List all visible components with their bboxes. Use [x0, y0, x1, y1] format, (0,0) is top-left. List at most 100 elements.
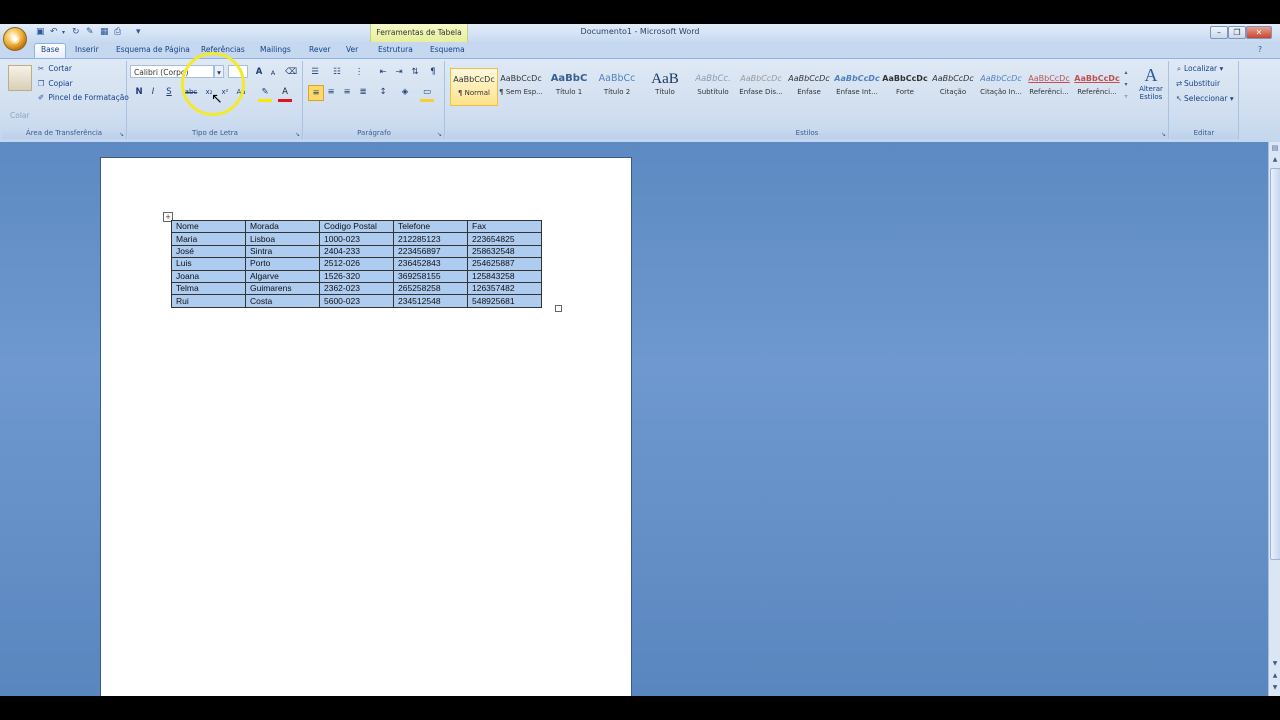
table-cell[interactable]: Costa: [245, 294, 320, 308]
change-case-button[interactable]: Aa: [234, 85, 248, 99]
style-heading-1[interactable]: AaBbC Título 1: [546, 68, 592, 104]
replace-button[interactable]: ⇄ Substituir: [1174, 79, 1220, 88]
document-table[interactable]: Nome Morada Codigo Postal Telefone Fax M…: [171, 219, 542, 308]
table-cell[interactable]: 1526-320: [319, 269, 394, 283]
font-name-box[interactable]: Calibri (Corpo): [130, 65, 214, 78]
underline-button[interactable]: S: [162, 85, 176, 99]
table-cell[interactable]: 212285123: [393, 232, 468, 246]
select-button[interactable]: ↖ Seleccionar ▾: [1174, 94, 1234, 103]
format-painter-button[interactable]: ✐ Pincel de Formatação: [36, 93, 129, 102]
justify-icon[interactable]: ≣: [356, 85, 370, 99]
previous-page-icon[interactable]: ▲: [1270, 672, 1280, 682]
scroll-up-icon[interactable]: ▲: [1270, 156, 1280, 166]
tab-referencias[interactable]: Referências: [201, 44, 245, 56]
table-cell[interactable]: 5600-023: [319, 294, 394, 308]
print-preview-icon[interactable]: ⎙: [114, 28, 123, 37]
table-header-cell[interactable]: Codigo Postal: [319, 219, 394, 234]
undo-icon[interactable]: ↶: [50, 28, 59, 37]
table-cell[interactable]: 236452843: [393, 257, 468, 271]
table-cell[interactable]: 223456897: [393, 244, 468, 259]
table-cell[interactable]: 548925681: [467, 294, 542, 308]
tab-esquema[interactable]: Esquema: [430, 44, 465, 56]
spelling-icon[interactable]: ✎: [86, 28, 95, 37]
table-cell[interactable]: Porto: [245, 257, 320, 271]
document-page[interactable]: + Nome Morada Codigo Postal Telefone Fax…: [100, 157, 632, 696]
tab-esquema-de-pagina[interactable]: Esquema de Página: [116, 44, 190, 56]
shrink-font-button[interactable]: A: [266, 66, 280, 80]
table-cell[interactable]: 2362-023: [319, 281, 394, 296]
tab-base[interactable]: Base: [34, 43, 67, 58]
table-cell[interactable]: 234512548: [393, 294, 468, 308]
help-icon[interactable]: ?: [1258, 44, 1262, 56]
table-cell[interactable]: Algarve: [245, 269, 320, 283]
multilevel-list-icon[interactable]: ⋮: [352, 65, 366, 79]
style-title[interactable]: AaB Título: [642, 68, 688, 104]
table-cell[interactable]: 223654825: [467, 232, 542, 246]
decrease-indent-icon[interactable]: ⇤: [376, 65, 390, 79]
vertical-scrollbar[interactable]: ▤ ▲ ▼ ▲ ▼: [1268, 142, 1280, 696]
ruler-toggle-icon[interactable]: ▤: [1270, 144, 1280, 154]
tab-estrutura[interactable]: Estrutura: [378, 44, 413, 56]
table-cell[interactable]: 1000-023: [319, 232, 394, 246]
table-cell[interactable]: 254625887: [467, 257, 542, 271]
paragraph-launcher-icon[interactable]: ↘: [437, 131, 442, 138]
table-cell[interactable]: Rui: [171, 294, 246, 308]
table-cell[interactable]: 369258155: [393, 269, 468, 283]
style-emphasis[interactable]: AaBbCcDc Ênfase: [786, 68, 832, 104]
style-intense-reference[interactable]: AaBbCcDc Referênci...: [1074, 68, 1120, 104]
numbering-icon[interactable]: ☷: [330, 65, 344, 79]
table-cell[interactable]: Sintra: [245, 244, 320, 259]
qat-customize-icon[interactable]: ▾: [136, 28, 145, 37]
table-cell[interactable]: José: [171, 244, 246, 259]
table-cell[interactable]: Guimarens: [245, 281, 320, 296]
cut-button[interactable]: ✂ Cortar: [36, 64, 72, 73]
table-header-cell[interactable]: Morada: [245, 219, 320, 234]
maximize-button[interactable]: ❐: [1228, 26, 1246, 39]
highlight-icon[interactable]: ✎: [258, 85, 272, 102]
style-subtle-emphasis[interactable]: AaBbCcDc Ênfase Dis...: [738, 68, 784, 104]
style-intense-quote[interactable]: AaBbCcDc Citação In...: [978, 68, 1024, 104]
table-cell[interactable]: 258632548: [467, 244, 542, 259]
table-insert-icon[interactable]: ▦: [100, 28, 109, 37]
style-subtitle[interactable]: AaBbCc. Subtítulo: [690, 68, 736, 104]
table-resize-handle[interactable]: [555, 305, 562, 312]
tab-inserir[interactable]: Inserir: [75, 44, 99, 56]
office-button[interactable]: ◉: [3, 27, 27, 51]
table-cell[interactable]: Joana: [171, 269, 246, 283]
bold-button[interactable]: N: [132, 85, 146, 99]
table-cell[interactable]: 126357482: [467, 281, 542, 296]
strikethrough-button[interactable]: abc: [184, 85, 198, 99]
sort-icon[interactable]: ⇅: [408, 65, 422, 79]
tab-mailings[interactable]: Mailings: [260, 44, 291, 56]
style-heading-2[interactable]: AaBbCc Título 2: [594, 68, 640, 104]
bullets-icon[interactable]: ☰: [308, 65, 322, 79]
style-quote[interactable]: AaBbCcDc Citação: [930, 68, 976, 104]
table-cell[interactable]: 125843258: [467, 269, 542, 283]
redo-icon[interactable]: ↻: [72, 28, 81, 37]
save-icon[interactable]: ▣: [36, 28, 45, 37]
grow-font-button[interactable]: A: [252, 65, 266, 79]
scroll-thumb[interactable]: [1270, 168, 1280, 560]
align-center-icon[interactable]: ≡: [324, 85, 338, 99]
table-cell[interactable]: Telma: [171, 281, 246, 296]
font-color-icon[interactable]: A: [278, 85, 292, 102]
copy-button[interactable]: ❐ Copiar: [36, 79, 73, 88]
clipboard-launcher-icon[interactable]: ↘: [119, 131, 124, 138]
table-header-cell[interactable]: Telefone: [393, 219, 468, 234]
table-header-cell[interactable]: Nome: [171, 219, 246, 234]
paste-button[interactable]: Colar: [10, 111, 30, 120]
increase-indent-icon[interactable]: ⇥: [392, 65, 406, 79]
style-strong[interactable]: AaBbCcDc Forte: [882, 68, 928, 104]
font-launcher-icon[interactable]: ↘: [295, 131, 300, 138]
show-marks-icon[interactable]: ¶: [426, 65, 440, 79]
table-cell[interactable]: 2512-026: [319, 257, 394, 271]
borders-icon[interactable]: ▭: [420, 85, 434, 102]
undo-dropdown-icon[interactable]: ▾: [62, 28, 68, 37]
paste-icon[interactable]: [8, 65, 32, 91]
style-subtle-reference[interactable]: AaBbCcDc Referênci...: [1026, 68, 1072, 104]
style-no-spacing[interactable]: AaBbCcDc ¶ Sem Esp...: [498, 68, 544, 104]
change-styles-button[interactable]: A Alterar Estilos: [1134, 65, 1168, 109]
scroll-down-icon[interactable]: ▼: [1270, 660, 1280, 670]
table-cell[interactable]: Lisboa: [245, 232, 320, 246]
next-page-icon[interactable]: ▼: [1270, 684, 1280, 694]
